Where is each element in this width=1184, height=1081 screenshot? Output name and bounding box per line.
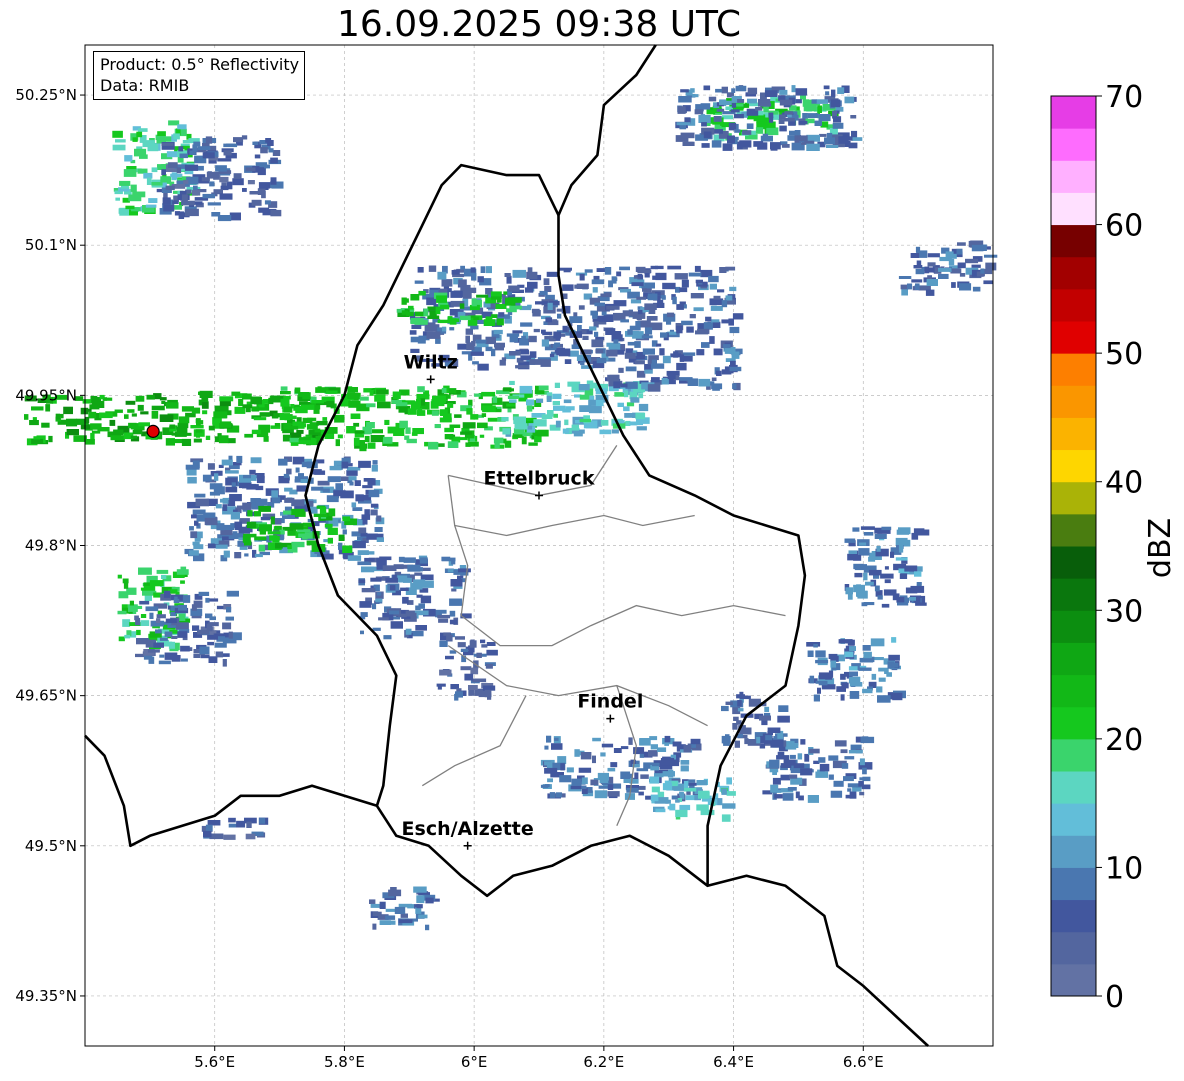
colorbar-swatch	[1051, 160, 1096, 193]
colorbar-swatch	[1051, 546, 1096, 579]
colorbar-tick-label: 60	[1105, 209, 1143, 244]
colorbar-swatch	[1051, 353, 1096, 386]
colorbar-swatch	[1051, 803, 1096, 836]
colorbar-swatch	[1051, 899, 1096, 933]
colorbar-swatch	[1051, 867, 1096, 901]
colorbar-swatch	[1051, 610, 1096, 643]
colorbar-tick-label: 10	[1105, 851, 1143, 886]
colorbar-swatch	[1051, 256, 1096, 290]
colorbar-swatch	[1051, 385, 1096, 418]
colorbar-swatch	[1051, 192, 1096, 226]
colorbar-swatch	[1051, 96, 1096, 129]
colorbar-swatch	[1051, 481, 1096, 515]
colorbar-tick-label: 70	[1105, 80, 1143, 115]
colorbar-swatch	[1051, 706, 1096, 740]
colorbar-swatch	[1051, 128, 1096, 161]
colorbar-tick-label: 30	[1105, 594, 1143, 629]
colorbar-swatch	[1051, 931, 1096, 965]
colorbar-swatch	[1051, 642, 1096, 676]
colorbar-swatch	[1051, 224, 1096, 258]
colorbar-swatches	[1051, 96, 1096, 997]
colorbar-swatch	[1051, 674, 1096, 708]
colorbar-swatch	[1051, 963, 1096, 997]
colorbar-label: dBZ	[1143, 518, 1178, 578]
colorbar-swatch	[1051, 513, 1096, 547]
colorbar-swatch	[1051, 321, 1096, 354]
colorbar: 0 10 20 30 40 50 60 70 dBZ	[1050, 80, 1178, 1015]
colorbar-swatch	[1051, 738, 1096, 772]
colorbar-tick-label: 20	[1105, 723, 1143, 758]
colorbar-tick-label: 0	[1105, 980, 1124, 1015]
colorbar-swatch	[1051, 771, 1096, 804]
colorbar-swatch	[1051, 288, 1096, 322]
colorbar-swatch	[1051, 835, 1096, 868]
colorbar-tick-label: 40	[1105, 466, 1143, 501]
colorbar-swatch	[1051, 417, 1096, 451]
colorbar-swatch	[1051, 449, 1096, 483]
colorbar-swatch	[1051, 578, 1096, 611]
colorbar-ticks: 0 10 20 30 40 50 60 70	[1096, 80, 1143, 1015]
colorbar-tick-label: 50	[1105, 337, 1143, 372]
